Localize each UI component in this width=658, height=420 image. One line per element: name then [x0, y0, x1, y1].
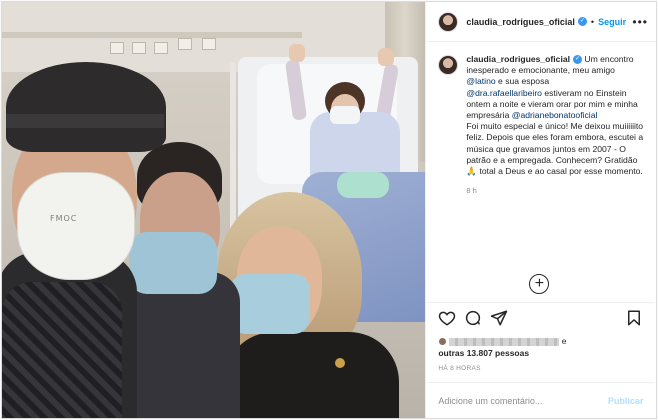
young-man-mask	[129, 232, 217, 294]
man-hat-band	[6, 114, 164, 128]
wall-shelf	[2, 32, 302, 38]
caption-text: Foi muito especial e único! Me deixou mu…	[466, 121, 644, 165]
header-username[interactable]: claudia_rodrigues_oficial	[466, 17, 575, 27]
post-side-panel: claudia_rodrigues_oficial ✓ • Seguir •••…	[425, 2, 656, 418]
likes-summary[interactable]: e outras 13.807 pessoas	[438, 335, 566, 359]
comments-area[interactable]: claudia_rodrigues_oficial ✓ Um encontro i…	[426, 42, 655, 272]
thumbs-up-hand	[289, 44, 305, 62]
bookmark-icon[interactable]	[621, 308, 647, 328]
plush-toy	[337, 172, 389, 198]
likes-count[interactable]: outras 13.807 pessoas	[438, 348, 529, 358]
mention-link[interactable]: @latino	[466, 76, 495, 86]
add-comment-bar: Publicar	[426, 382, 656, 418]
man-hat	[6, 62, 166, 152]
liker-avatar	[438, 337, 448, 347]
action-bar	[426, 302, 656, 332]
share-icon[interactable]	[486, 308, 512, 328]
caption-text: e sua esposa	[495, 76, 550, 87]
mention-link[interactable]: @adrianebonatooficial	[512, 110, 598, 120]
post-photo[interactable]: FMOC	[2, 2, 426, 418]
avatar[interactable]	[438, 11, 459, 32]
post-timestamp[interactable]: HÁ 8 HORAS	[438, 365, 480, 372]
caption-time[interactable]: 8 h	[466, 185, 645, 196]
caption: claudia_rodrigues_oficial ✓ Um encontro i…	[438, 54, 645, 196]
verified-badge-icon: ✓	[573, 55, 582, 65]
wall-outlet	[110, 42, 124, 54]
man-shirt	[2, 282, 122, 418]
likes-suffix: e	[561, 336, 567, 346]
redacted-liker	[449, 337, 560, 346]
mask-print: FMOC	[50, 214, 78, 223]
praying-hands-emoji: 🙏	[466, 166, 478, 177]
mention-link[interactable]: @dra.rafaellaribeiro	[466, 88, 542, 98]
comment-icon[interactable]	[460, 308, 486, 328]
verified-badge-icon: ✓	[577, 17, 587, 26]
caption-body: claudia_rodrigues_oficial ✓ Um encontro i…	[466, 54, 645, 196]
publish-button[interactable]: Publicar	[608, 396, 644, 406]
woman-body	[224, 332, 399, 418]
header-separator: •	[590, 16, 595, 27]
wall-outlet	[178, 38, 192, 50]
caption-text: total a Deus e ao casal por esse momento…	[477, 166, 643, 177]
wall-outlet	[132, 42, 146, 54]
wall-outlet	[154, 42, 168, 54]
instagram-post: FMOC claudia_rodrigues_oficial ✓ • Segui…	[1, 1, 657, 419]
thumbs-up-hand	[378, 48, 394, 66]
patient-mask	[330, 106, 360, 124]
more-horizontal-icon[interactable]: •••	[632, 15, 648, 29]
heart-icon[interactable]	[434, 308, 460, 328]
follow-button[interactable]: Seguir	[598, 17, 626, 27]
comment-input[interactable]	[438, 395, 608, 406]
woman-mask	[230, 274, 310, 334]
plus-circle-icon[interactable]: +	[529, 274, 550, 294]
post-header: claudia_rodrigues_oficial ✓ • Seguir •••	[426, 2, 656, 42]
caption-avatar[interactable]	[438, 55, 459, 75]
woman-pin	[335, 358, 345, 368]
caption-username[interactable]: claudia_rodrigues_oficial	[466, 54, 570, 64]
wall-outlet	[202, 38, 216, 50]
man-mask	[17, 172, 135, 280]
